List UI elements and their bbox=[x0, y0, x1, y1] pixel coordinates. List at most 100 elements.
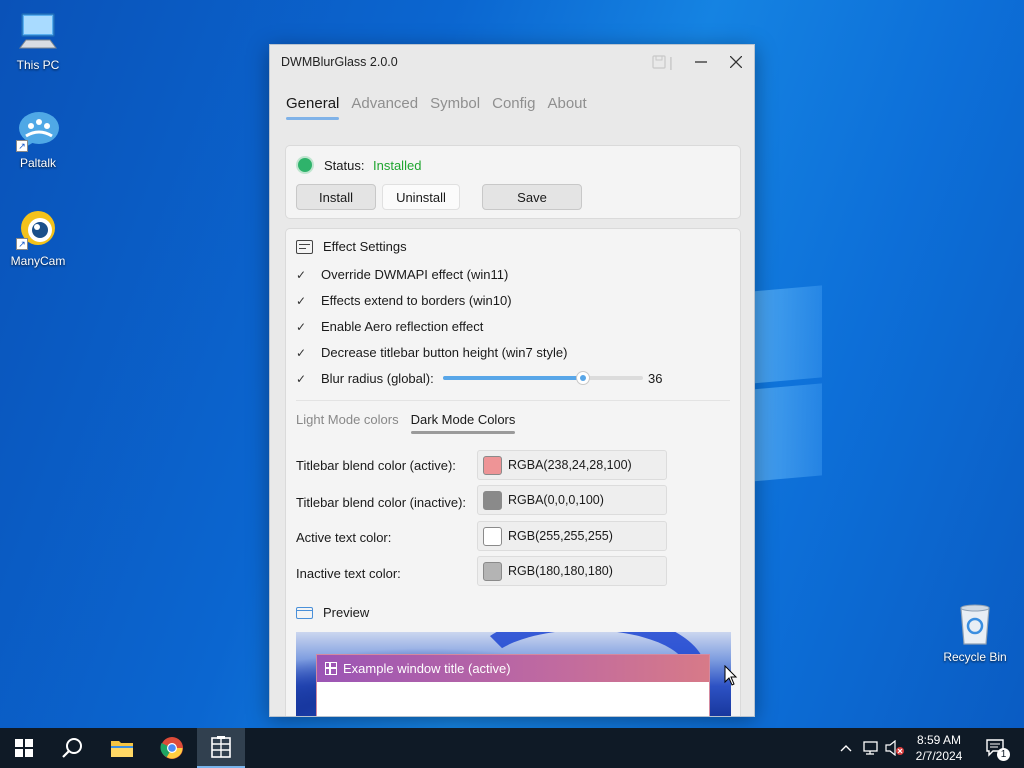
option-label: Override DWMAPI effect (win11) bbox=[321, 267, 509, 282]
option-label: Effects extend to borders (win10) bbox=[321, 293, 512, 308]
clock-time: 8:59 AM bbox=[916, 733, 962, 747]
option-aero-reflection[interactable]: ✓ Enable Aero reflection effect bbox=[296, 319, 483, 334]
paltalk-icon: ↗ bbox=[16, 108, 60, 152]
color-mode-tabs: Light Mode colors Dark Mode Colors bbox=[296, 412, 515, 434]
action-center-button[interactable]: 1 bbox=[978, 728, 1014, 768]
network-icon bbox=[863, 741, 878, 755]
taskbar-dwmblurglass[interactable] bbox=[197, 728, 245, 768]
dwmblurglass-window: DWMBlurGlass 2.0.0 | General Advanced Sy… bbox=[269, 44, 755, 717]
checkmark-icon: ✓ bbox=[296, 371, 307, 386]
desktop-icon-label: Paltalk bbox=[19, 156, 57, 170]
desktop-icon-manycam[interactable]: ↗ ManyCam bbox=[0, 206, 76, 268]
checkmark-icon: ✓ bbox=[296, 293, 307, 308]
app-grid-icon bbox=[325, 662, 337, 675]
tab-light-mode-colors[interactable]: Light Mode colors bbox=[296, 412, 399, 434]
preview-heading: Preview bbox=[296, 605, 369, 620]
taskbar-file-explorer[interactable] bbox=[98, 728, 146, 768]
search-button[interactable] bbox=[48, 728, 96, 768]
status-label: Status: bbox=[324, 158, 365, 173]
settings-list-icon bbox=[296, 239, 313, 254]
divider bbox=[296, 400, 730, 401]
color-field-titlebar-inactive[interactable]: RGBA(0,0,0,100) bbox=[477, 485, 667, 515]
option-blur-radius[interactable]: ✓ Blur radius (global): bbox=[296, 371, 434, 386]
example-window-titlebar: Example window title (active) bbox=[317, 655, 709, 682]
checkmark-icon: ✓ bbox=[296, 319, 307, 334]
effect-settings-heading: Effect Settings bbox=[296, 239, 407, 254]
option-decrease-titlebar[interactable]: ✓ Decrease titlebar button height (win7 … bbox=[296, 345, 567, 360]
show-hidden-icons-button[interactable] bbox=[836, 728, 856, 768]
tab-general[interactable]: General bbox=[286, 95, 340, 120]
preview-title: Preview bbox=[323, 605, 370, 620]
clock-date: 2/7/2024 bbox=[915, 749, 963, 763]
desktop-icon-this-pc[interactable]: This PC bbox=[0, 10, 76, 72]
close-button[interactable] bbox=[721, 49, 751, 75]
mouse-cursor-icon bbox=[724, 664, 738, 690]
titlebar-separator: | bbox=[669, 54, 673, 70]
effect-settings-title: Effect Settings bbox=[323, 239, 407, 254]
blur-radius-slider[interactable] bbox=[443, 371, 643, 385]
shortcut-arrow-icon: ↗ bbox=[16, 238, 28, 250]
window-titlebar[interactable]: DWMBlurGlass 2.0.0 | bbox=[270, 45, 754, 79]
color-field-active-text[interactable]: RGB(255,255,255) bbox=[477, 521, 667, 551]
checkmark-icon: ✓ bbox=[296, 345, 307, 360]
option-extend-borders[interactable]: ✓ Effects extend to borders (win10) bbox=[296, 293, 512, 308]
color-label-inactive-text: Inactive text color: bbox=[296, 566, 401, 581]
windows-logo-icon bbox=[15, 739, 33, 757]
color-field-inactive-text[interactable]: RGB(180,180,180) bbox=[477, 556, 667, 586]
option-label: Decrease titlebar button height (win7 st… bbox=[321, 345, 568, 360]
chrome-icon bbox=[160, 737, 183, 759]
preview-window-icon bbox=[296, 606, 313, 619]
color-swatch[interactable] bbox=[483, 490, 502, 510]
window-title: DWMBlurGlass 2.0.0 bbox=[281, 55, 398, 69]
shortcut-arrow-icon: ↗ bbox=[16, 140, 28, 152]
recycle-bin-icon bbox=[953, 602, 997, 646]
notification-count-badge: 1 bbox=[997, 748, 1010, 761]
tab-advanced[interactable]: Advanced bbox=[351, 95, 418, 120]
example-window-title: Example window title (active) bbox=[343, 661, 511, 676]
blur-radius-value: 36 bbox=[648, 371, 663, 386]
chevron-up-icon bbox=[840, 745, 852, 752]
status-card: Status: Installed Install Uninstall Save bbox=[285, 145, 741, 219]
minimize-button[interactable] bbox=[686, 49, 716, 75]
color-label-active-text: Active text color: bbox=[296, 530, 392, 545]
app-grid-icon bbox=[211, 736, 231, 758]
network-tray-button[interactable] bbox=[860, 728, 882, 768]
status-value: Installed bbox=[373, 158, 422, 173]
save-button[interactable]: Save bbox=[482, 184, 582, 210]
start-button[interactable] bbox=[0, 728, 48, 768]
option-label: Blur radius (global): bbox=[321, 371, 434, 386]
volume-muted-icon bbox=[885, 740, 904, 756]
manycam-icon: ↗ bbox=[16, 206, 60, 250]
color-field-titlebar-active[interactable]: RGBA(238,24,28,100) bbox=[477, 450, 667, 480]
search-icon bbox=[62, 738, 82, 758]
color-value: RGB(180,180,180) bbox=[508, 564, 613, 578]
main-tabs: General Advanced Symbol Config About bbox=[286, 95, 587, 120]
tab-about[interactable]: About bbox=[547, 95, 586, 120]
effect-settings-card: Effect Settings ✓ Override DWMAPI effect… bbox=[285, 228, 741, 716]
volume-tray-button[interactable] bbox=[884, 728, 906, 768]
taskbar-chrome[interactable] bbox=[148, 728, 196, 768]
desktop-icon-label: ManyCam bbox=[10, 254, 66, 268]
slider-thumb[interactable] bbox=[576, 371, 590, 385]
install-button[interactable]: Install bbox=[296, 184, 376, 210]
option-override-dwmapi[interactable]: ✓ Override DWMAPI effect (win11) bbox=[296, 267, 508, 282]
tab-dark-mode-colors[interactable]: Dark Mode Colors bbox=[410, 412, 515, 434]
taskbar-clock[interactable]: 8:59 AM 2/7/2024 bbox=[904, 732, 974, 764]
tab-config[interactable]: Config bbox=[492, 95, 535, 120]
uninstall-button[interactable]: Uninstall bbox=[382, 184, 460, 210]
desktop-icon-paltalk[interactable]: ↗ Paltalk bbox=[0, 108, 76, 170]
desktop-icon-label: This PC bbox=[16, 58, 60, 72]
preview-area: Example window title (active) bbox=[296, 632, 731, 716]
color-label-titlebar-inactive: Titlebar blend color (inactive): bbox=[296, 495, 467, 510]
color-label-titlebar-active: Titlebar blend color (active): bbox=[296, 458, 456, 473]
color-swatch[interactable] bbox=[483, 561, 502, 581]
color-swatch[interactable] bbox=[483, 455, 502, 475]
checkmark-icon: ✓ bbox=[296, 267, 307, 282]
tab-symbol[interactable]: Symbol bbox=[430, 95, 480, 120]
color-swatch[interactable] bbox=[483, 526, 502, 546]
color-value: RGBA(238,24,28,100) bbox=[508, 458, 632, 472]
example-window: Example window title (active) bbox=[316, 654, 710, 716]
desktop-wallpaper-logo bbox=[752, 285, 832, 488]
desktop-icon-recycle-bin[interactable]: Recycle Bin bbox=[937, 602, 1013, 664]
folder-icon bbox=[111, 741, 133, 757]
